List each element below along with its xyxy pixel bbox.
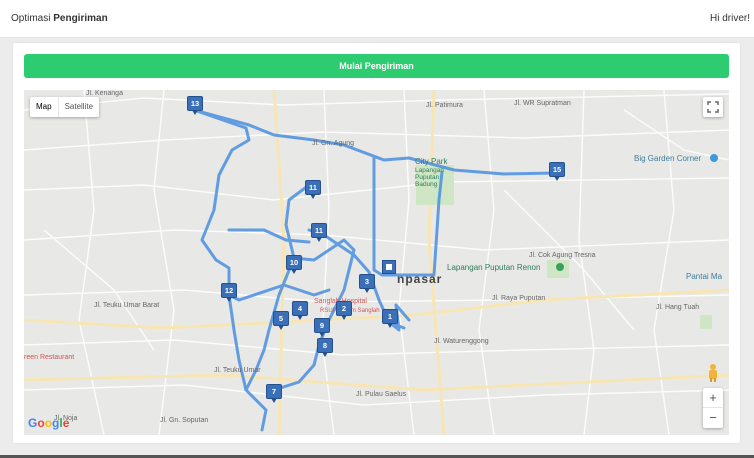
- city-name: npasar: [397, 272, 443, 286]
- google-logo: Google: [28, 416, 70, 430]
- start-delivery-button[interactable]: Mulai Pengiriman: [24, 54, 729, 78]
- park-pin-icon: [556, 263, 564, 271]
- place-city-park: City Park: [415, 157, 448, 166]
- route-marker[interactable]: 7: [266, 384, 282, 403]
- zoom-out-button[interactable]: −: [703, 408, 723, 428]
- place-big-garden: Big Garden Corner: [634, 154, 702, 163]
- route-marker[interactable]: 3: [359, 274, 375, 293]
- route-marker[interactable]: 12: [221, 283, 237, 302]
- route-marker[interactable]: 11: [311, 223, 327, 242]
- route-map[interactable]: Jl. Kenanga Jl. Patimura Jl. WR Supratma…: [24, 90, 729, 435]
- street-label: Jl. Pulau Saelus: [356, 391, 407, 398]
- zoom-in-button[interactable]: +: [703, 388, 723, 408]
- route-marker[interactable]: 13: [187, 96, 203, 115]
- street-label: Jl. Gn. Agung: [312, 140, 355, 147]
- fullscreen-icon[interactable]: [703, 97, 723, 117]
- street-label: Jl. Gn. Soputan: [160, 417, 209, 424]
- street-label: Jl. Hang Tuah: [656, 304, 700, 311]
- route-marker[interactable]: 8: [317, 338, 333, 357]
- place-restaurant: reen Restaurant: [24, 354, 75, 361]
- street-label: Jl. WR Supratman: [514, 100, 571, 107]
- pegman-icon[interactable]: [709, 364, 717, 382]
- street-label: Jl. Teuku Umar Barat: [94, 302, 160, 309]
- route-marker[interactable]: 11: [305, 180, 321, 199]
- top-navbar: Optimasi Pengiriman Hi driver!: [0, 0, 754, 38]
- depot-marker[interactable]: [382, 260, 396, 274]
- user-greeting[interactable]: Hi driver!: [710, 13, 750, 24]
- park-small: [700, 315, 712, 329]
- map-type-map[interactable]: Map: [30, 97, 58, 117]
- street-label: Jl. Patimura: [426, 102, 463, 109]
- route-marker[interactable]: 5: [273, 311, 289, 330]
- street-label: Jl. Waturenggong: [434, 338, 489, 345]
- place-lapangan-renon: Lapangan Puputan Renon: [447, 263, 541, 272]
- map-type-control: Map Satellite: [30, 97, 100, 117]
- place-lapangan-badung: Lapangan Puputan Badung: [415, 167, 444, 188]
- brand-bold: Pengiriman: [53, 13, 108, 24]
- place-pantai: Pantai Ma: [686, 272, 723, 281]
- depot-icon: [386, 264, 392, 270]
- route-marker[interactable]: 9: [314, 318, 330, 337]
- street-label: Jl. Teuku Umar: [214, 367, 261, 374]
- map-pin-icon: [710, 154, 718, 162]
- route-marker[interactable]: 4: [292, 301, 308, 320]
- route-marker[interactable]: 15: [549, 162, 565, 181]
- street-grid: [24, 90, 729, 435]
- route-marker[interactable]: 1: [382, 309, 398, 328]
- brand-prefix: Optimasi: [11, 13, 51, 24]
- street-label: Jl. Kenanga: [86, 90, 123, 97]
- route-marker[interactable]: 10: [286, 255, 302, 274]
- zoom-control: + −: [703, 388, 723, 428]
- route-marker[interactable]: 2: [336, 301, 352, 320]
- map-type-satellite[interactable]: Satellite: [57, 97, 99, 117]
- street-label: Jl. Cok Agung Tresna: [529, 252, 596, 259]
- app-brand[interactable]: Optimasi Pengiriman: [11, 13, 108, 24]
- street-label: Jl. Raya Puputan: [492, 295, 546, 302]
- main-card: Mulai Pengiriman Jl. Kenanga Jl. Patimur…: [13, 43, 740, 443]
- map-canvas: [24, 90, 729, 435]
